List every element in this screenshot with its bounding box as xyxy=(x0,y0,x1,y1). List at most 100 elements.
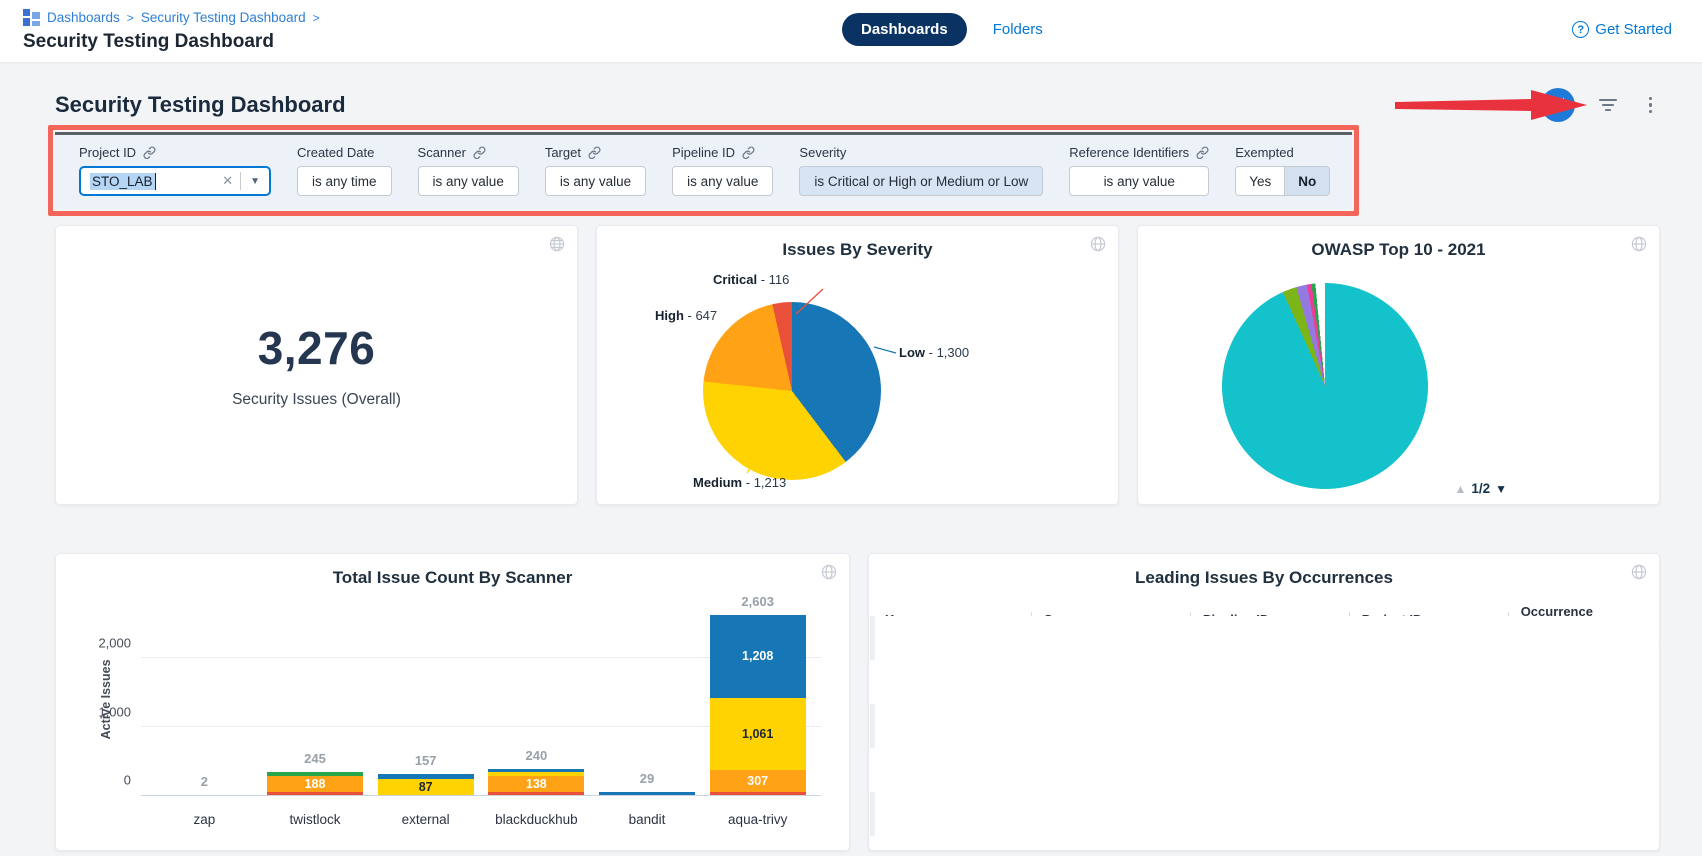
card-total-issue-count-by-scanner: Total Issue Count By Scanner Active Issu… xyxy=(55,553,850,851)
screen: Dashboards > Security Testing Dashboard … xyxy=(0,0,1702,856)
bar-group: 2zap xyxy=(149,616,260,795)
link-icon xyxy=(742,146,755,159)
refresh-icon xyxy=(1549,96,1567,114)
exempted-yes-option[interactable]: Yes xyxy=(1236,167,1284,195)
kpi-label: Security Issues (Overall) xyxy=(232,391,401,409)
page-title: Security Testing Dashboard xyxy=(55,92,346,118)
bar-group: 29bandit xyxy=(592,616,703,795)
page-down-icon[interactable]: ▼ xyxy=(1495,482,1507,496)
help-icon: ? xyxy=(1572,21,1589,38)
exempted-toggle: Yes No xyxy=(1235,166,1330,196)
bar-segment[interactable]: 87 xyxy=(378,779,474,795)
get-started-link[interactable]: ? Get Started xyxy=(1572,21,1672,38)
breadcrumb-separator: > xyxy=(313,11,320,25)
row-stripes xyxy=(870,616,875,849)
bar-segment[interactable] xyxy=(488,792,584,796)
pie-label-medium: Medium - 1,213 xyxy=(693,475,786,490)
filter-pipeline-id: Pipeline ID is any value xyxy=(672,144,773,196)
bar-segment[interactable]: 138 xyxy=(488,776,584,792)
card-security-issues-overall: 3,276 Security Issues (Overall) xyxy=(55,225,578,505)
bar-total-label: 2,603 xyxy=(741,594,774,609)
created-date-filter-button[interactable]: is any time xyxy=(297,166,392,196)
chart-title: OWASP Top 10 - 2021 xyxy=(1138,240,1659,260)
header-tabs: Dashboards Folders xyxy=(842,13,1043,46)
bar-segment[interactable]: 1,061 xyxy=(710,698,806,771)
severity-filter-button[interactable]: is Critical or High or Medium or Low xyxy=(799,166,1043,196)
filter-reference-identifiers: Reference Identifiers is any value xyxy=(1069,144,1209,196)
issues-by-severity-pie[interactable] xyxy=(703,302,881,480)
chart-title: Total Issue Count By Scanner xyxy=(56,568,849,588)
link-icon xyxy=(143,146,156,159)
breadcrumb-link-dashboards[interactable]: Dashboards xyxy=(47,10,120,25)
bar-segment[interactable] xyxy=(599,792,695,796)
owasp-pagination: ▲ 1/2 ▼ xyxy=(1454,481,1507,496)
bar-category-label: aqua-trivy xyxy=(728,812,787,827)
bar-segment[interactable] xyxy=(267,792,363,796)
target-filter-button[interactable]: is any value xyxy=(545,166,646,196)
exempted-no-option[interactable]: No xyxy=(1284,167,1329,195)
scanner-filter-button[interactable]: is any value xyxy=(418,166,519,196)
chevron-down-icon[interactable]: ▼ xyxy=(241,176,269,187)
bar-segment[interactable]: 307 xyxy=(710,770,806,791)
filter-bar: Project ID STO_LAB ✕ ▼ Created Date is a… xyxy=(55,132,1352,209)
globe-icon xyxy=(821,564,837,580)
page-indicator: 1/2 xyxy=(1471,481,1490,496)
globe-icon xyxy=(1090,236,1106,252)
breadcrumb-separator: > xyxy=(127,11,134,25)
filter-label: Created Date xyxy=(297,145,374,160)
filter-label: Severity xyxy=(799,145,846,160)
page-up-icon[interactable]: ▲ xyxy=(1454,482,1466,496)
bar-segment[interactable]: 1,208 xyxy=(710,615,806,698)
link-icon xyxy=(588,146,601,159)
bar-category-label: zap xyxy=(193,812,215,827)
bar-category-label: external xyxy=(402,812,450,827)
breadcrumb: Dashboards > Security Testing Dashboard … xyxy=(23,9,320,26)
tab-folders[interactable]: Folders xyxy=(993,21,1043,38)
chart-title: Issues By Severity xyxy=(597,240,1118,260)
bar-category-label: bandit xyxy=(629,812,666,827)
filter-scanner: Scanner is any value xyxy=(418,144,519,196)
get-started-label: Get Started xyxy=(1595,21,1672,38)
bar-segment[interactable] xyxy=(710,792,806,796)
filter-target: Target is any value xyxy=(545,144,646,196)
filter-label: Reference Identifiers xyxy=(1069,145,1189,160)
card-issues-by-severity: Issues By Severity Critical - 116 High -… xyxy=(596,225,1119,505)
window-title: Security Testing Dashboard xyxy=(23,31,320,53)
pie-label-high: High - 647 xyxy=(655,308,717,323)
link-icon xyxy=(1196,146,1209,159)
owasp-pie[interactable] xyxy=(1222,283,1428,489)
bar-category-label: twistlock xyxy=(289,812,340,827)
bar-group: 2,6031,2081,061307aqua-trivy xyxy=(702,616,813,795)
bar-total-label: 2 xyxy=(201,774,208,789)
bar-total-label: 240 xyxy=(525,748,547,763)
globe-icon xyxy=(549,236,565,252)
chart-title: Leading Issues By Occurrences xyxy=(869,568,1659,588)
pie-label-critical: Critical - 116 xyxy=(713,272,789,287)
filter-created-date: Created Date is any time xyxy=(297,144,392,196)
tab-dashboards[interactable]: Dashboards xyxy=(842,13,967,46)
filter-label: Exempted xyxy=(1235,145,1294,160)
y-tick: 2,000 xyxy=(79,636,131,651)
bar-segment[interactable]: 188 xyxy=(267,776,363,792)
globe-icon xyxy=(1631,236,1647,252)
bar-group: 245188twistlock xyxy=(260,616,371,795)
pie-label-low: Low - 1,300 xyxy=(899,345,969,360)
breadcrumb-link-current[interactable]: Security Testing Dashboard xyxy=(141,10,306,25)
kebab-menu-icon[interactable] xyxy=(1641,93,1661,118)
dashboards-grid-icon xyxy=(23,9,40,26)
y-axis-label: Active Issues xyxy=(99,659,113,739)
dashboard-filter-icon[interactable] xyxy=(1595,95,1621,115)
bar-category-label: blackduckhub xyxy=(495,812,578,827)
card-leading-issues-by-occurrences: Leading Issues By Occurrences Key Scanne… xyxy=(868,553,1660,851)
filter-exempted: Exempted Yes No xyxy=(1235,144,1330,196)
reference-identifiers-filter-button[interactable]: is any value xyxy=(1069,166,1209,196)
pipeline-id-filter-button[interactable]: is any value xyxy=(672,166,773,196)
bar-group: 240138blackduckhub xyxy=(481,616,592,795)
filter-severity: Severity is Critical or High or Medium o… xyxy=(799,144,1043,196)
filter-project-id: Project ID STO_LAB ✕ ▼ xyxy=(79,144,271,196)
clear-icon[interactable]: ✕ xyxy=(215,173,240,189)
table-body-empty xyxy=(870,616,1658,849)
refresh-button[interactable] xyxy=(1541,88,1575,122)
filter-label: Project ID xyxy=(79,145,136,160)
project-id-input[interactable]: STO_LAB ✕ ▼ xyxy=(79,166,271,196)
